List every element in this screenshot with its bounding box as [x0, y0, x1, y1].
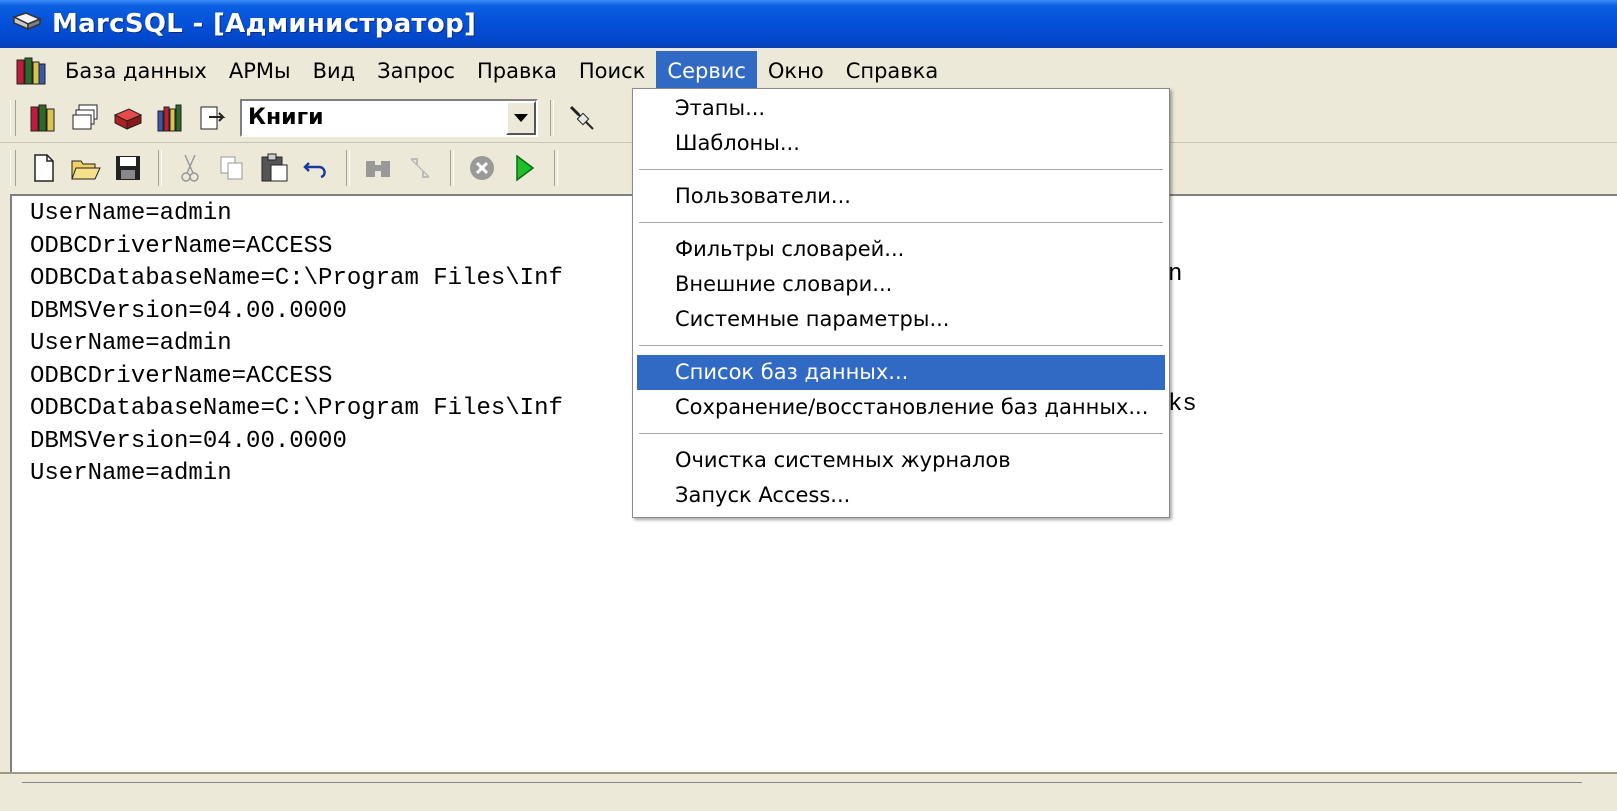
menu-item-stages[interactable]: Этапы... [637, 91, 1165, 126]
menu-service[interactable]: Сервис [656, 51, 757, 91]
menu-item-external-dictionaries[interactable]: Внешние словари... [637, 267, 1165, 302]
open-folder-icon [71, 160, 101, 180]
cut-button[interactable] [170, 148, 210, 188]
toolbar-separator [450, 150, 454, 186]
window-title: MarcSQL - [Администратор] [52, 9, 477, 39]
clipboard-icon [261, 153, 288, 182]
menu-edit[interactable]: Правка [466, 51, 568, 91]
library-button[interactable] [150, 98, 190, 138]
paste-button[interactable] [254, 148, 294, 188]
menu-arms[interactable]: АРМы [218, 51, 302, 91]
copy-icon [220, 156, 243, 180]
menu-item-clear-logs[interactable]: Очистка системных журналов [637, 443, 1165, 478]
catalog-button[interactable] [24, 98, 64, 138]
bookshelf-icon [157, 104, 182, 132]
undo-button[interactable] [296, 148, 336, 188]
undo-arrow-icon [303, 162, 326, 179]
toolbar-grip[interactable] [10, 150, 16, 186]
menu-separator [639, 345, 1163, 346]
menu-item-backup-restore[interactable]: Сохранение/восстановление баз данных... [637, 390, 1165, 425]
editor-line-tail: ks [1168, 391, 1197, 418]
menu-help[interactable]: Справка [835, 51, 950, 91]
copy-button[interactable] [212, 148, 252, 188]
status-panel [22, 782, 1582, 803]
menu-separator [639, 169, 1163, 170]
menu-item-launch-access[interactable]: Запуск Access... [637, 478, 1165, 513]
binoculars-icon [366, 161, 390, 177]
stop-circle-icon [470, 156, 494, 180]
new-document-icon [34, 154, 54, 182]
open-button[interactable] [66, 148, 106, 188]
play-icon [516, 154, 535, 182]
menu-database[interactable]: База данных [54, 51, 218, 91]
menu-query[interactable]: Запрос [366, 51, 466, 91]
database-select-value: Книги [248, 105, 324, 130]
app-book-icon [12, 12, 42, 31]
database-select[interactable]: Книги [240, 99, 538, 137]
menu-item-system-parameters[interactable]: Системные параметры... [637, 302, 1165, 337]
plug-icon [569, 105, 594, 130]
export-button[interactable] [192, 98, 232, 138]
document-arrow-icon [200, 106, 226, 130]
title-bar[interactable]: MarcSQL - [Администратор] [0, 0, 1617, 48]
status-bar [0, 772, 1617, 811]
books-icon [30, 104, 55, 132]
menu-search[interactable]: Поиск [568, 51, 657, 91]
editor-line-tail: n [1168, 261, 1183, 288]
cards-button[interactable] [66, 98, 106, 138]
new-button[interactable] [24, 148, 64, 188]
save-button[interactable] [108, 148, 148, 188]
replace-icon [410, 158, 430, 178]
menu-view[interactable]: Вид [302, 51, 367, 91]
card-stack-icon [72, 104, 98, 130]
books-logo-icon[interactable] [14, 54, 48, 88]
menu-window[interactable]: Окно [757, 51, 835, 91]
red-tray-icon [113, 108, 143, 130]
floppy-disk-icon [116, 156, 140, 180]
toolbar-separator [346, 150, 350, 186]
connect-button[interactable] [562, 98, 602, 138]
service-menu-dropdown: Этапы... Шаблоны... Пользователи... Филь… [632, 88, 1170, 518]
scissors-icon [181, 154, 199, 182]
readers-button[interactable] [108, 98, 148, 138]
chevron-down-icon[interactable] [506, 101, 536, 135]
toolbar-separator [554, 150, 558, 186]
find-button[interactable] [358, 148, 398, 188]
toolbar-separator [550, 100, 554, 136]
menu-separator [639, 222, 1163, 223]
menu-separator [639, 433, 1163, 434]
stop-button[interactable] [462, 148, 502, 188]
run-button[interactable] [504, 148, 544, 188]
replace-button[interactable] [400, 148, 440, 188]
menu-item-database-list[interactable]: Список баз данных... [637, 355, 1165, 390]
toolbar-grip[interactable] [10, 100, 16, 136]
menu-item-users[interactable]: Пользователи... [637, 179, 1165, 214]
menu-item-templates[interactable]: Шаблоны... [637, 126, 1165, 161]
toolbar-separator [158, 150, 162, 186]
menu-item-dictionary-filters[interactable]: Фильтры словарей... [637, 232, 1165, 267]
